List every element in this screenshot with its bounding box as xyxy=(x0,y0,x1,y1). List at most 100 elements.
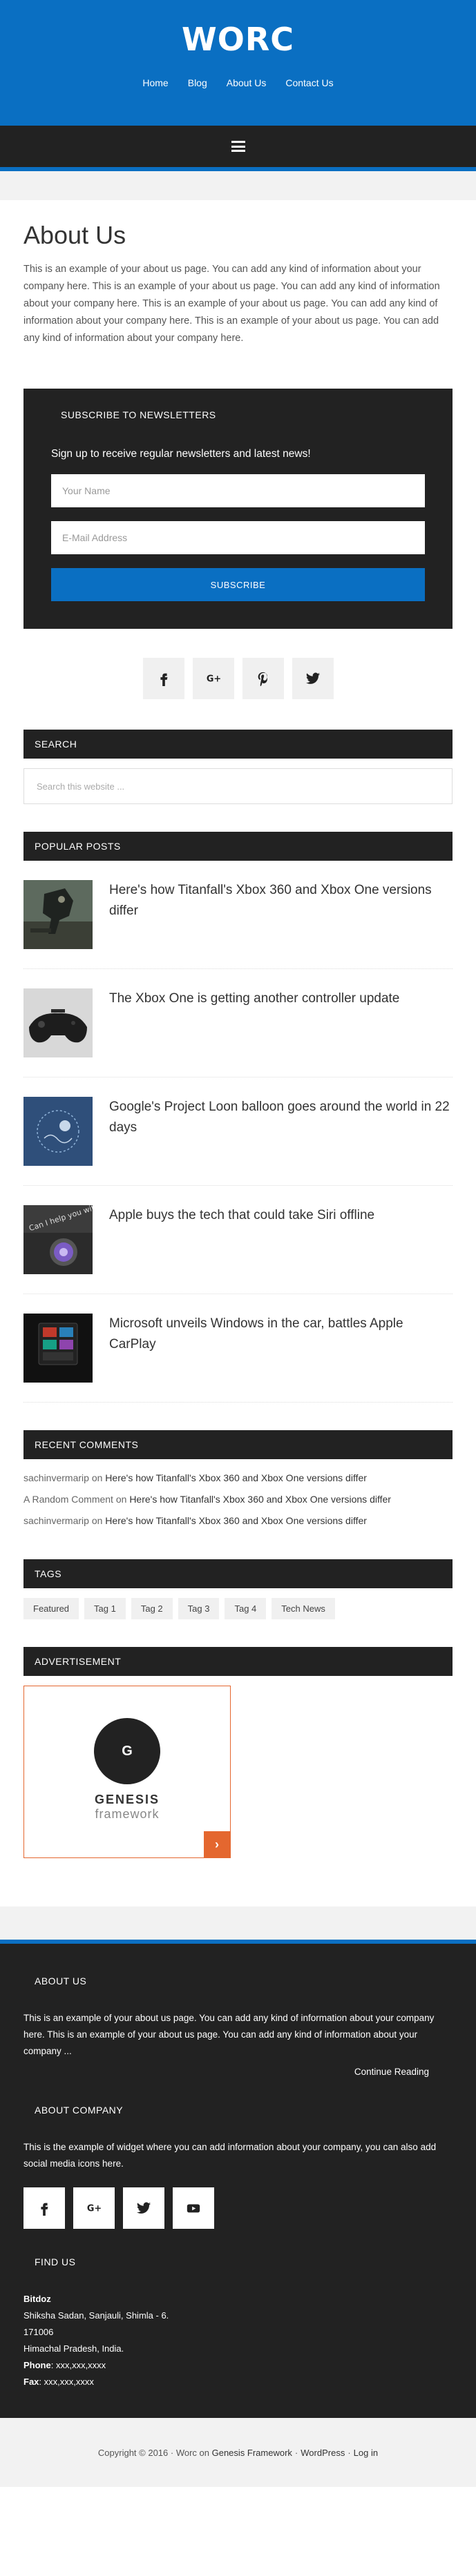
post-thumbnail-mech[interactable] xyxy=(23,880,93,949)
copyright-text: Copyright © 2016 · Worc on xyxy=(97,2447,209,2458)
google-plus-icon[interactable]: G+ xyxy=(73,2187,115,2229)
newsletter-name-input[interactable]: Your Name xyxy=(51,474,425,507)
footer-about-heading: ABOUT US xyxy=(35,1975,87,1987)
svg-text:G+: G+ xyxy=(206,674,220,685)
post-thumbnail-siri[interactable]: Can I help you with? xyxy=(23,1205,93,1274)
google-plus-icon[interactable]: G+ xyxy=(192,658,234,699)
subscribe-button[interactable]: SUBSCRIBE xyxy=(51,568,425,601)
phone-line: Phone: xxx,xxx,xxxx xyxy=(23,2357,453,2374)
fax-label: Fax xyxy=(23,2377,39,2387)
facebook-icon[interactable] xyxy=(23,2187,65,2229)
comment-on: on xyxy=(115,1494,127,1505)
wordpress-link[interactable]: WordPress xyxy=(301,2448,345,2458)
menu-icon[interactable] xyxy=(231,141,245,152)
pinterest-icon[interactable] xyxy=(242,658,284,699)
address-line: Himachal Pradesh, India. xyxy=(23,2343,124,2354)
continue-reading-link[interactable]: Continue Reading xyxy=(354,2067,429,2077)
chevron-right-icon[interactable]: › xyxy=(204,1831,230,1857)
newsletter-email-input[interactable]: E-Mail Address xyxy=(51,521,425,554)
comment-item: sachinvermarip on Here's how Titanfall's… xyxy=(23,1467,453,1489)
twitter-icon[interactable] xyxy=(292,658,334,699)
tag-tech-news[interactable]: Tech News xyxy=(272,1598,335,1619)
post-thumbnail-loon[interactable] xyxy=(23,1097,93,1166)
post-title-link[interactable]: Here's how Titanfall's Xbox 360 and Xbox… xyxy=(109,880,453,949)
address-line: 171006 xyxy=(23,2327,54,2337)
search-input[interactable]: Search this website ... xyxy=(23,768,453,804)
advertisement-heading: ADVERTISEMENT xyxy=(23,1647,453,1676)
nav-blog[interactable]: Blog xyxy=(178,77,217,88)
recent-comments-heading: RECENT COMMENTS xyxy=(23,1430,453,1459)
pre-footer-band xyxy=(0,1906,476,1940)
search-widget: SEARCH Search this website ... xyxy=(23,730,453,804)
facebook-icon[interactable] xyxy=(142,658,184,699)
main-content: About Us This is an example of your abou… xyxy=(0,221,476,1858)
recent-comments-widget: RECENT COMMENTS sachinvermarip on Here's… xyxy=(23,1430,453,1532)
login-link[interactable]: Log in xyxy=(354,2448,378,2458)
tags-heading: TAGS xyxy=(23,1559,453,1588)
copyright-bar: Copyright © 2016 · Worc on Genesis Frame… xyxy=(0,2418,476,2487)
page-body: This is an example of your about us page… xyxy=(23,264,440,344)
comment-post-link[interactable]: Here's how Titanfall's Xbox 360 and Xbox… xyxy=(129,1494,391,1505)
footer-find-heading: FIND US xyxy=(35,2256,76,2267)
secondary-nav-bar xyxy=(0,126,476,167)
genesis-ad-banner[interactable]: G GENESIS framework › xyxy=(23,1686,231,1858)
comment-post-link[interactable]: Here's how Titanfall's Xbox 360 and Xbox… xyxy=(105,1472,367,1483)
footer-widgets: ABOUT US This is an example of your abou… xyxy=(0,1944,476,2418)
site-title[interactable]: WORC xyxy=(0,0,476,58)
phone-label: Phone xyxy=(23,2360,51,2370)
comment-author: sachinvermarip xyxy=(23,1472,89,1483)
footer-company-heading: ABOUT COMPANY xyxy=(35,2105,124,2116)
main-nav: Home Blog About Us Contact Us xyxy=(0,77,476,88)
post-title-link[interactable]: Microsoft unveils Windows in the car, ba… xyxy=(109,1314,453,1383)
comment-list: sachinvermarip on Here's how Titanfall's… xyxy=(23,1467,453,1532)
nav-about-us[interactable]: About Us xyxy=(217,77,276,88)
tag-2[interactable]: Tag 2 xyxy=(131,1598,173,1619)
popular-post: The Xbox One is getting another controll… xyxy=(23,969,453,1077)
tags-widget: TAGS Featured Tag 1 Tag 2 Tag 3 Tag 4 Te… xyxy=(23,1559,453,1619)
footer-company-text: This is the example of widget where you … xyxy=(23,2142,437,2169)
popular-post: Can I help you with? Apple buys the tech… xyxy=(23,1186,453,1294)
popular-posts-heading: POPULAR POSTS xyxy=(23,832,453,861)
post-title-link[interactable]: The Xbox One is getting another controll… xyxy=(109,988,399,1057)
popular-posts-widget: POPULAR POSTS Here's how Titanfall's Xbo… xyxy=(23,832,453,1403)
post-title-link[interactable]: Apple buys the tech that could take Siri… xyxy=(109,1205,374,1274)
newsletter-heading: SUBSCRIBE TO NEWSLETTERS xyxy=(61,409,216,420)
genesis-logo: G xyxy=(94,1718,160,1784)
post-title-link[interactable]: Google's Project Loon balloon goes aroun… xyxy=(109,1097,453,1166)
tag-featured[interactable]: Featured xyxy=(23,1598,79,1619)
comment-author: A Random Comment xyxy=(23,1494,113,1505)
address-line: Shiksha Sadan, Sanjauli, Shimla - 6. xyxy=(23,2310,169,2321)
tag-3[interactable]: Tag 3 xyxy=(178,1598,220,1619)
comment-item: sachinvermarip on Here's how Titanfall's… xyxy=(23,1510,453,1532)
nav-home[interactable]: Home xyxy=(133,77,178,88)
twitter-icon[interactable] xyxy=(123,2187,164,2229)
tag-cloud: Featured Tag 1 Tag 2 Tag 3 Tag 4 Tech Ne… xyxy=(23,1598,453,1619)
gray-band xyxy=(0,171,476,200)
tag-1[interactable]: Tag 1 xyxy=(84,1598,126,1619)
comment-item: A Random Comment on Here's how Titanfall… xyxy=(23,1489,453,1510)
company-name: Bitdoz xyxy=(23,2294,51,2304)
nav-contact-us[interactable]: Contact Us xyxy=(276,77,343,88)
popular-post: Here's how Titanfall's Xbox 360 and Xbox… xyxy=(23,861,453,969)
comment-on: on xyxy=(91,1515,103,1526)
comment-on: on xyxy=(91,1472,103,1483)
newsletter-widget: SUBSCRIBE TO NEWSLETTERS Sign up to rece… xyxy=(23,389,453,629)
address-block: Bitdoz Shiksha Sadan, Sanjauli, Shimla -… xyxy=(23,2291,453,2390)
comment-post-link[interactable]: Here's how Titanfall's Xbox 360 and Xbox… xyxy=(105,1515,367,1526)
footer-about-text: This is an example of your about us page… xyxy=(23,2013,435,2056)
footer-social-icons: G+ xyxy=(23,2187,453,2229)
youtube-icon[interactable] xyxy=(173,2187,214,2229)
tag-4[interactable]: Tag 4 xyxy=(225,1598,267,1619)
separator: · xyxy=(348,2447,351,2458)
post-thumbnail-controller[interactable] xyxy=(23,988,93,1057)
post-thumbnail-car[interactable] xyxy=(23,1314,93,1383)
comment-author: sachinvermarip xyxy=(23,1515,89,1526)
genesis-framework-link[interactable]: Genesis Framework xyxy=(212,2448,292,2458)
popular-post: Microsoft unveils Windows in the car, ba… xyxy=(23,1294,453,1403)
fax-line: Fax: xxx,xxx,xxxx xyxy=(23,2374,453,2390)
advertisement-widget: ADVERTISEMENT G GENESIS framework › xyxy=(23,1647,453,1858)
newsletter-text: Sign up to receive regular newsletters a… xyxy=(51,448,311,460)
fax-value: : xxx,xxx,xxxx xyxy=(39,2377,94,2387)
search-heading: SEARCH xyxy=(23,730,453,759)
ad-sub: framework xyxy=(95,1807,160,1821)
